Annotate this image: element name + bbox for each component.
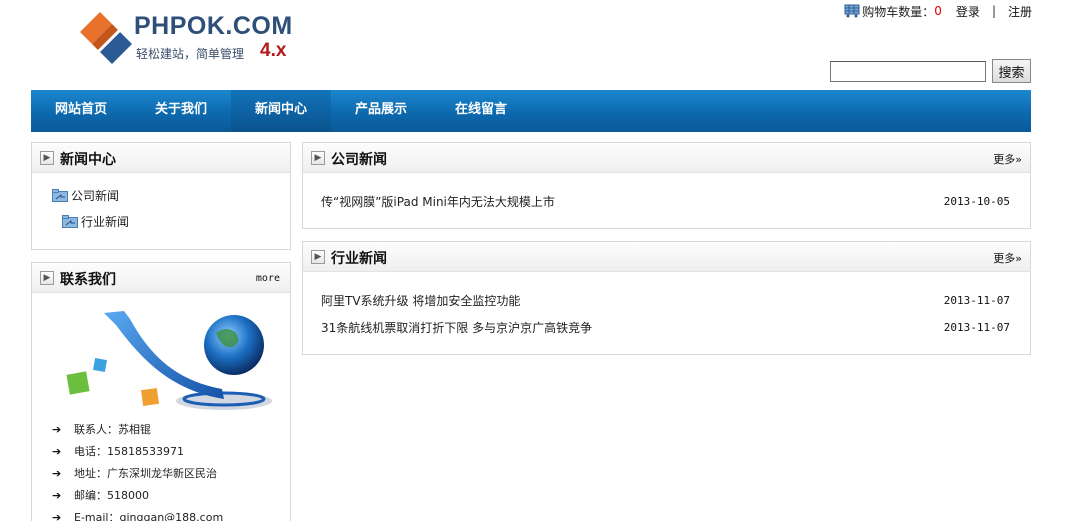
contact-title: 联系我们 — [60, 272, 116, 288]
contact-email: ➔ E-mail：qinggan@188.com — [52, 509, 223, 521]
arrow-right-icon: ▶ — [311, 151, 325, 165]
arrow-right-icon: ▶ — [311, 250, 325, 264]
news-row[interactable]: 阿里TV系统升级 将增加安全监控功能 2013-11-07 — [321, 291, 1010, 309]
contact-header: ▶ 联系我们 more — [32, 263, 290, 293]
category-label: 行业新闻 — [81, 215, 130, 229]
top-links: 购物车数量： 0 登录 | 注册 — [844, 2, 1032, 20]
news-center-header: ▶ 新闻中心 — [32, 143, 290, 173]
folder-icon — [62, 215, 78, 228]
contact-more-link[interactable]: more — [256, 273, 280, 284]
company-news-title: 公司新闻 — [331, 152, 387, 168]
industry-news-title: 行业新闻 — [331, 251, 387, 267]
logo-mark-icon — [80, 12, 132, 64]
arrow-right-icon: ▶ — [40, 151, 54, 165]
news-row[interactable]: 31条航线机票取消打折下限 多与京沪京广高铁竞争 2013-11-07 — [321, 318, 1010, 336]
arrow-bullet-icon: ➔ — [52, 488, 62, 502]
news-row[interactable]: 传“视网膜”版iPad Mini年内无法大规模上市 2013-10-05 — [321, 192, 1010, 210]
contact-phone: ➔ 电话：15818533971 — [52, 443, 184, 459]
news-date: 2013-10-05 — [943, 194, 1010, 208]
nav-item-home[interactable]: 网站首页 — [31, 90, 131, 132]
category-label: 公司新闻 — [71, 189, 120, 203]
globe-arrow-illustration — [66, 311, 272, 410]
contact-box: ▶ 联系我们 more ➔ 联系人：苏相锟 ➔ 电话：15818533971 ➔… — [31, 262, 291, 521]
news-center-box: ▶ 新闻中心 公司新闻 行业新闻 — [31, 142, 291, 250]
contact-zip: ➔ 邮编：518000 — [52, 487, 149, 503]
link-separator: | — [991, 4, 996, 18]
contact-person: ➔ 联系人：苏相锟 — [52, 421, 151, 437]
news-center-title: 新闻中心 — [60, 152, 116, 168]
category-industry-news[interactable]: 行业新闻 — [62, 213, 129, 230]
nav-item-products[interactable]: 产品展示 — [331, 90, 431, 132]
arrow-right-icon: ▶ — [40, 271, 54, 285]
contact-phone-text: 电话：15818533971 — [74, 445, 184, 458]
site-logo[interactable]: PHPOK.COM 轻松建站，简单管理 4.x — [78, 10, 308, 70]
contact-address-text: 地址：广东深圳龙华新区民治 — [74, 467, 217, 480]
contact-email-text: E-mail：qinggan@188.com — [74, 511, 224, 521]
contact-zip-text: 邮编：518000 — [74, 489, 149, 502]
search-input[interactable] — [830, 61, 986, 82]
register-link[interactable]: 注册 — [1008, 3, 1032, 20]
search-button[interactable]: 搜索 — [992, 59, 1031, 83]
arrow-bullet-icon: ➔ — [52, 466, 62, 480]
industry-news-more-link[interactable]: 更多» — [993, 250, 1022, 266]
news-title[interactable]: 传“视网膜”版iPad Mini年内无法大规模上市 — [321, 193, 555, 210]
contact-address: ➔ 地址：广东深圳龙华新区民治 — [52, 465, 217, 481]
arrow-bullet-icon: ➔ — [52, 510, 62, 521]
category-company-news[interactable]: 公司新闻 — [52, 187, 119, 204]
arrow-bullet-icon: ➔ — [52, 444, 62, 458]
industry-news-header: ▶ 行业新闻 更多» — [303, 242, 1030, 272]
industry-news-box: ▶ 行业新闻 更多» 阿里TV系统升级 将增加安全监控功能 2013-11-07… — [302, 241, 1031, 355]
main-nav: 网站首页 关于我们 新闻中心 产品展示 在线留言 — [31, 90, 1031, 132]
logo-title: PHPOK.COM — [134, 12, 293, 40]
news-date: 2013-11-07 — [943, 320, 1010, 334]
cart-count: 0 — [934, 4, 942, 18]
arrow-bullet-icon: ➔ — [52, 422, 62, 436]
company-news-header: ▶ 公司新闻 更多» — [303, 143, 1030, 173]
login-link[interactable]: 登录 — [956, 3, 980, 20]
cart-icon — [844, 4, 860, 18]
news-title[interactable]: 阿里TV系统升级 将增加安全监控功能 — [321, 292, 520, 309]
nav-item-about[interactable]: 关于我们 — [131, 90, 231, 132]
logo-slogan: 轻松建站，简单管理 — [136, 47, 245, 61]
news-date: 2013-11-07 — [943, 293, 1010, 307]
nav-item-news[interactable]: 新闻中心 — [231, 90, 331, 132]
cart-label[interactable]: 购物车数量： — [862, 3, 934, 20]
company-news-box: ▶ 公司新闻 更多» 传“视网膜”版iPad Mini年内无法大规模上市 201… — [302, 142, 1031, 229]
contact-person-text: 联系人：苏相锟 — [74, 423, 151, 436]
news-title[interactable]: 31条航线机票取消打折下限 多与京沪京广高铁竞争 — [321, 319, 592, 336]
folder-icon — [52, 189, 68, 202]
logo-version: 4.x — [260, 40, 287, 61]
company-news-more-link[interactable]: 更多» — [993, 151, 1022, 167]
nav-item-guestbook[interactable]: 在线留言 — [431, 90, 531, 132]
